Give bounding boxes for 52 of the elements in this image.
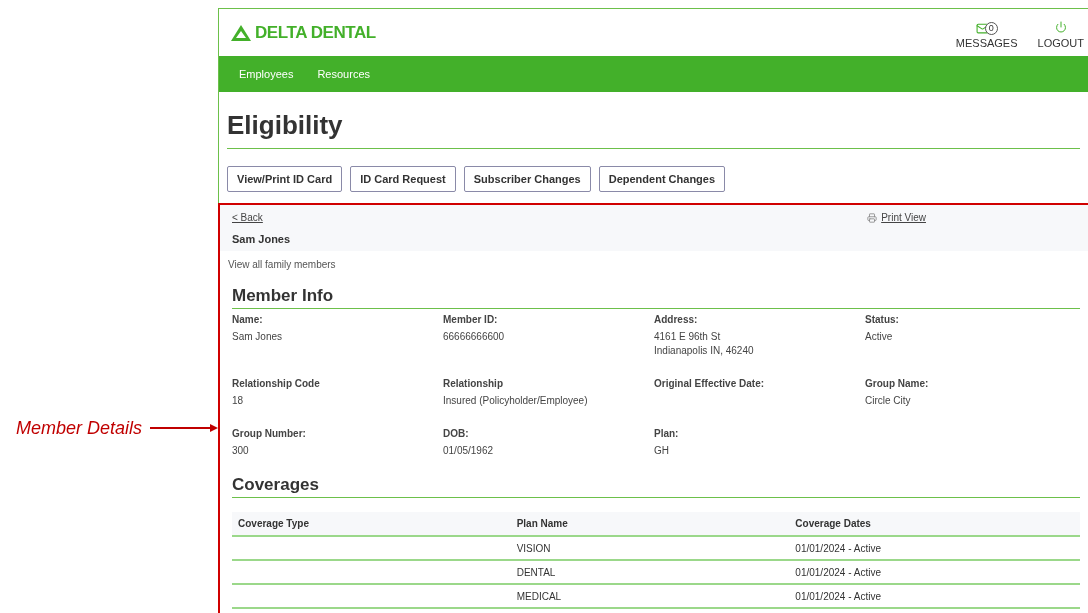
field-label: Original Effective Date: xyxy=(654,377,766,390)
arrow-icon xyxy=(150,423,218,433)
column-header: Coverage Dates xyxy=(795,517,872,531)
field-value: Indianapolis IN, 46240 xyxy=(654,343,755,358)
field-label: Name: xyxy=(232,313,264,326)
action-button[interactable]: View/Print ID Card xyxy=(227,166,343,192)
logo-triangle-icon xyxy=(231,24,251,41)
mail-icon xyxy=(975,22,989,36)
field-label: Group Name: xyxy=(865,377,930,390)
family-members-link[interactable]: View all family members xyxy=(228,256,1080,272)
table-cell-text: VISION xyxy=(516,541,552,556)
field-value: 4161 E 96th St xyxy=(654,329,722,344)
field-label: Status: xyxy=(865,313,900,326)
print-view-link[interactable]: Print View xyxy=(867,210,926,225)
field-label: DOB: xyxy=(443,427,470,440)
messages-button[interactable]: 0 MESSAGES xyxy=(955,22,1018,52)
table-cell-text: 01/01/2024 - Active xyxy=(795,541,882,556)
section-title: Coverages xyxy=(232,473,320,496)
field-value: Active xyxy=(865,329,894,344)
member-name: Sam Jones xyxy=(232,232,292,247)
field-label: Address: xyxy=(654,313,699,326)
logout-button[interactable]: LOGOUT xyxy=(1037,21,1084,52)
action-button[interactable]: Dependent Changes xyxy=(598,166,726,192)
brand-logo: DELTA DENTAL xyxy=(255,21,376,44)
table-cell-text: MEDICAL xyxy=(516,589,563,604)
message-count: 0 xyxy=(984,22,998,36)
action-button[interactable]: Subscriber Changes xyxy=(463,166,591,192)
field-label: Relationship xyxy=(443,377,504,390)
table-cell-text: 01/01/2024 - Active xyxy=(795,565,882,580)
table-cell-text: 01/01/2024 - Active xyxy=(795,589,882,604)
field-value: 300 xyxy=(232,443,250,458)
field-label: Group Number: xyxy=(232,427,307,440)
field-label: Relationship Code xyxy=(232,377,321,390)
column-header: Plan Name xyxy=(516,517,569,531)
table-cell-text: DENTAL xyxy=(516,565,557,580)
field-value: Insured (Policyholder/Employee) xyxy=(443,393,589,408)
field-value: 18 xyxy=(232,393,245,408)
field-value: Sam Jones xyxy=(232,329,284,344)
annotation-label: Member Details xyxy=(15,416,142,440)
field-value: 66666666600 xyxy=(443,329,506,344)
field-value: Circle City xyxy=(865,393,912,408)
field-label: Member ID: xyxy=(443,313,499,326)
power-icon xyxy=(1054,21,1067,34)
column-header: Coverage Type xyxy=(238,517,310,531)
section-title: Member Info xyxy=(232,284,335,307)
page-title: Eligibility xyxy=(227,109,344,142)
back-link[interactable]: < Back xyxy=(232,210,263,225)
field-value: GH xyxy=(654,443,670,458)
printer-icon xyxy=(867,212,878,223)
action-button[interactable]: ID Card Request xyxy=(350,166,456,192)
field-value: 01/05/1962 xyxy=(443,443,495,458)
field-label: Plan: xyxy=(654,427,680,440)
